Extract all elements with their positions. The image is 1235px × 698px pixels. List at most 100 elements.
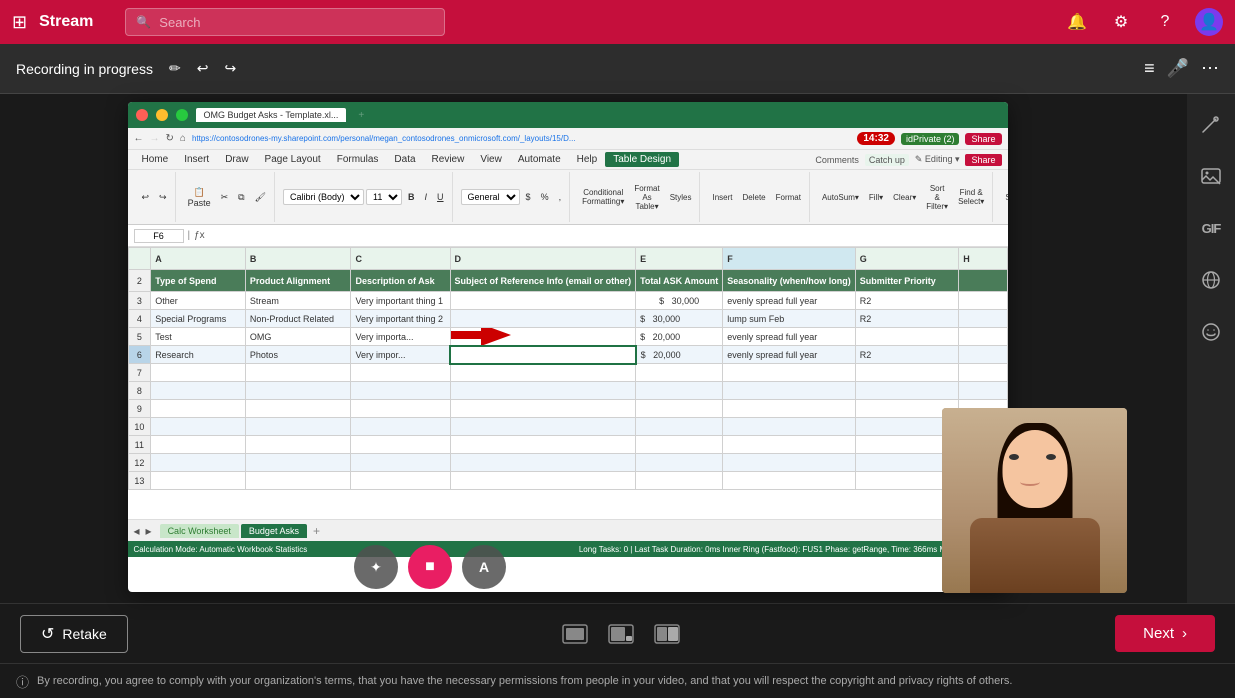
row-5-desc[interactable]: Very importa... bbox=[351, 328, 450, 346]
layout-side-by-side-btn[interactable] bbox=[654, 624, 680, 644]
styles-btn[interactable]: Styles bbox=[666, 191, 696, 204]
nav-left-icon[interactable]: ◂ bbox=[134, 524, 140, 538]
mic-icon[interactable]: 🎤 bbox=[1167, 58, 1189, 79]
percent-btn[interactable]: % bbox=[537, 190, 553, 204]
comments-btn[interactable]: Comments bbox=[815, 155, 859, 165]
avatar[interactable]: 👤 bbox=[1195, 8, 1223, 36]
row-3-dollar[interactable]: $ 30,000 bbox=[636, 292, 723, 310]
autosum-btn[interactable]: AutoSum▾ bbox=[818, 191, 863, 204]
close-btn[interactable] bbox=[136, 109, 148, 121]
row-3-ref[interactable] bbox=[450, 292, 636, 310]
row-6-seasonality[interactable]: evenly spread full year bbox=[723, 346, 856, 364]
row-3-type[interactable]: Other bbox=[151, 292, 246, 310]
delete-cells-btn[interactable]: Delete bbox=[739, 191, 770, 204]
redo-icon[interactable]: ↪ bbox=[224, 60, 236, 77]
menu-table-design[interactable]: Table Design bbox=[605, 152, 679, 167]
share-menu-btn[interactable]: Share bbox=[965, 154, 1001, 166]
excel-sheet[interactable]: A B C D E F G H 2 Type of Spend Pr bbox=[128, 247, 1008, 519]
dollar-btn[interactable]: $ bbox=[522, 190, 535, 204]
row-6-priority[interactable]: R2 bbox=[855, 346, 958, 364]
menu-draw[interactable]: Draw bbox=[217, 152, 256, 167]
home-icon[interactable]: ⌂ bbox=[180, 133, 186, 144]
gif-panel-icon[interactable]: GIF bbox=[1193, 210, 1229, 246]
wand-panel-icon[interactable] bbox=[1193, 106, 1229, 142]
clear-btn[interactable]: Clear▾ bbox=[889, 191, 920, 204]
row-4-seasonality[interactable]: lump sum Feb bbox=[723, 310, 856, 328]
row-6-desc[interactable]: Very impor... bbox=[351, 346, 450, 364]
menu-automate[interactable]: Automate bbox=[510, 152, 569, 167]
bold-btn[interactable]: B bbox=[404, 190, 419, 204]
format-cells-btn[interactable]: Format bbox=[772, 191, 805, 204]
find-select-btn[interactable]: Find &Select▾ bbox=[954, 186, 988, 208]
row-4-product[interactable]: Non-Product Related bbox=[245, 310, 351, 328]
menu-insert[interactable]: Insert bbox=[176, 152, 217, 167]
maximize-btn[interactable] bbox=[176, 109, 188, 121]
app-grid-icon[interactable]: ⊞ bbox=[12, 12, 27, 33]
search-bar[interactable]: 🔍 bbox=[125, 8, 445, 36]
sticker-panel-icon[interactable] bbox=[1193, 314, 1229, 350]
number-format-select[interactable]: General bbox=[461, 189, 520, 205]
profile-icon[interactable]: idPrivate (2) bbox=[901, 133, 960, 145]
next-btn[interactable]: Next › bbox=[1115, 615, 1215, 652]
effects-btn[interactable]: ✦ bbox=[354, 545, 398, 589]
nav-right-icon[interactable]: ▸ bbox=[146, 524, 152, 538]
row-6-ref-active[interactable] bbox=[450, 346, 636, 364]
minimize-btn[interactable] bbox=[156, 109, 168, 121]
comma-btn[interactable]: , bbox=[555, 190, 566, 204]
row-3-product[interactable]: Stream bbox=[245, 292, 351, 310]
refresh-icon[interactable]: ↻ bbox=[166, 133, 174, 144]
row-5-priority[interactable] bbox=[855, 328, 958, 346]
retake-btn[interactable]: ↺ Retake bbox=[20, 615, 128, 653]
transcript-icon[interactable]: ≡ bbox=[1144, 58, 1155, 79]
cut-btn[interactable]: ✂ bbox=[217, 190, 233, 205]
sensitivity-btn[interactable]: Sensitivity bbox=[1001, 191, 1007, 204]
help-icon[interactable]: ? bbox=[1151, 8, 1179, 36]
row-5-product[interactable]: OMG bbox=[245, 328, 351, 346]
menu-page-layout[interactable]: Page Layout bbox=[257, 152, 329, 167]
excel-tab[interactable]: OMG Budget Asks - Template.xl... bbox=[196, 108, 347, 122]
more-icon[interactable]: ⋯ bbox=[1201, 58, 1219, 79]
editing-btn[interactable]: ✎ Editing ▾ bbox=[915, 154, 960, 165]
row-3-priority[interactable]: R2 bbox=[855, 292, 958, 310]
menu-help[interactable]: Help bbox=[569, 152, 606, 167]
row-4-dollar[interactable]: $ 30,000 bbox=[636, 310, 723, 328]
font-size-select[interactable]: 11 bbox=[366, 189, 402, 205]
name-box[interactable] bbox=[134, 229, 184, 243]
menu-data[interactable]: Data bbox=[386, 152, 423, 167]
share-btn[interactable]: Share bbox=[965, 133, 1001, 145]
catch-up-btn[interactable]: Catch up bbox=[865, 154, 909, 166]
add-sheet-icon[interactable]: + bbox=[313, 524, 320, 538]
sort-filter-btn[interactable]: Sort &Filter▾ bbox=[922, 182, 952, 213]
menu-review[interactable]: Review bbox=[424, 152, 473, 167]
row-3-desc[interactable]: Very important thing 1 bbox=[351, 292, 450, 310]
row-4-type[interactable]: Special Programs bbox=[151, 310, 246, 328]
menu-view[interactable]: View bbox=[472, 152, 510, 167]
back-icon[interactable]: ← bbox=[134, 133, 144, 144]
image-panel-icon[interactable] bbox=[1193, 158, 1229, 194]
row-5-dollar[interactable]: $ 20,000 bbox=[636, 328, 723, 346]
undo-icon[interactable]: ↩ bbox=[197, 60, 209, 77]
paste-btn[interactable]: 📋 Paste bbox=[184, 185, 215, 210]
search-input[interactable] bbox=[159, 15, 434, 30]
address-url[interactable]: https://contosodrones-my.sharepoint.com/… bbox=[192, 134, 851, 143]
settings-icon[interactable]: ⚙ bbox=[1107, 8, 1135, 36]
row-6-product[interactable]: Photos bbox=[245, 346, 351, 364]
italic-btn[interactable]: I bbox=[421, 190, 432, 204]
forward-icon[interactable]: → bbox=[150, 133, 160, 144]
format-painter-btn[interactable]: 🖌 bbox=[251, 190, 270, 205]
fill-btn[interactable]: Fill▾ bbox=[865, 191, 887, 204]
row-5-seasonality[interactable]: evenly spread full year bbox=[723, 328, 856, 346]
row-4-desc[interactable]: Very important thing 2 bbox=[351, 310, 450, 328]
row-5-ref[interactable] bbox=[450, 328, 636, 346]
formula-icon[interactable]: ƒx bbox=[194, 230, 205, 241]
row-4-ref[interactable] bbox=[450, 310, 636, 328]
undo-toolbar-btn[interactable]: ↩ bbox=[138, 190, 154, 205]
pen-icon[interactable]: ✏ bbox=[169, 60, 181, 77]
insert-cells-btn[interactable]: Insert bbox=[708, 191, 736, 204]
text-overlay-btn[interactable]: A bbox=[462, 545, 506, 589]
menu-formulas[interactable]: Formulas bbox=[329, 152, 387, 167]
redo-toolbar-btn[interactable]: ↪ bbox=[155, 190, 171, 205]
menu-home[interactable]: Home bbox=[134, 152, 177, 167]
stop-recording-btn[interactable]: ■ bbox=[408, 545, 452, 589]
layout-screen-only-btn[interactable] bbox=[562, 624, 588, 644]
